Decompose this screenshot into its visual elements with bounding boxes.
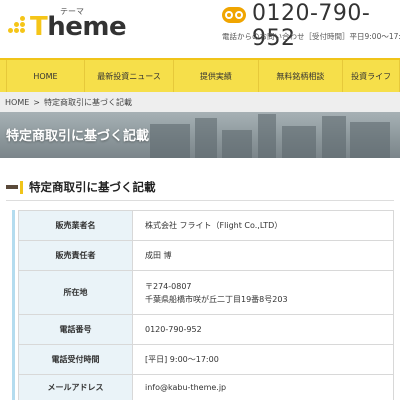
phone-number[interactable]: 0120-790-952: [252, 1, 400, 51]
free-dial-icon: [222, 7, 246, 23]
breadcrumb: HOME > 特定商取引に基づく記載: [0, 92, 400, 112]
section-heading: 特定商取引に基づく記載: [6, 178, 394, 196]
table-row-label: 所在地: [18, 270, 133, 315]
banner-building: [282, 126, 316, 158]
table-row-label: 販売業者名: [18, 210, 133, 241]
breadcrumb-home[interactable]: HOME: [5, 98, 29, 107]
table-left-accent: [12, 210, 15, 400]
logo-text-rest: heme: [47, 12, 127, 42]
table-row-value: 成田 博: [132, 240, 394, 271]
page-banner: 特定商取引に基づく記載: [0, 112, 400, 158]
nav-item-investment-life[interactable]: 投資ライフ: [343, 60, 400, 92]
logo-dots-icon: [8, 16, 30, 40]
banner-building: [322, 116, 346, 158]
heading-accent-icon: [20, 180, 23, 194]
phone-hours-note: 電話からのお問い合わせ［受付時間］平日9:00～17:00: [222, 32, 400, 41]
main-nav: HOME 最新投資ニュース 提供実績 無料銘柄相談 投資ライフ: [0, 58, 400, 92]
section-heading-text: 特定商取引に基づく記載: [29, 180, 156, 194]
table-row-label: 販売責任者: [18, 240, 133, 271]
table-row: 電話受付時間 [平日] 9:00～17:00: [18, 344, 394, 375]
company-info-table: 販売業者名 株式会社 フライト（Flight Co.,LTD） 販売責任者 成田…: [18, 210, 394, 400]
address: 千葉県船橋市咲が丘二丁目19番8号203: [145, 294, 288, 304]
table-row-value: 株式会社 フライト（Flight Co.,LTD）: [132, 210, 394, 241]
breadcrumb-separator: >: [33, 97, 40, 107]
email-link[interactable]: info@kabu-theme.jp: [132, 374, 394, 400]
nav-item-latest-news[interactable]: 最新投資ニュース: [85, 60, 175, 92]
heading-marker-icon: [6, 185, 18, 189]
breadcrumb-current: 特定商取引に基づく記載: [43, 97, 132, 107]
page-title: 特定商取引に基づく記載: [6, 129, 150, 144]
nav-item-home[interactable]: HOME: [6, 60, 85, 92]
table-row-value: 〒274-0807 千葉県船橋市咲が丘二丁目19番8号203: [132, 270, 394, 315]
table-row: 電話番号 0120-790-952: [18, 314, 394, 345]
table-row-value: 0120-790-952: [132, 314, 394, 345]
table-row: 販売責任者 成田 博: [18, 240, 394, 271]
banner-building: [258, 114, 276, 158]
table-row: 所在地 〒274-0807 千葉県船橋市咲が丘二丁目19番8号203: [18, 270, 394, 315]
table-row-value: [平日] 9:00～17:00: [132, 344, 394, 375]
banner-building: [222, 130, 252, 158]
table-row: メールアドレス info@kabu-theme.jp: [18, 374, 394, 400]
table-row-label: 電話受付時間: [18, 344, 133, 375]
banner-building: [350, 122, 390, 158]
site-header: テーマ Theme 0120-790-952 電話からのお問い合わせ［受付時間］…: [0, 0, 400, 58]
heading-divider: [6, 200, 394, 201]
banner-building: [195, 118, 217, 158]
table-row-label: メールアドレス: [18, 374, 133, 400]
nav-item-track-record[interactable]: 提供実績: [174, 60, 259, 92]
site-logo[interactable]: テーマ Theme: [8, 6, 127, 42]
nav-item-free-consult[interactable]: 無料銘柄相談: [259, 60, 344, 92]
logo-text-initial: T: [30, 12, 48, 42]
postal-code: 〒274-0807: [145, 281, 192, 291]
logo-text: Theme: [30, 12, 127, 42]
banner-building: [150, 124, 190, 158]
table-row-label: 電話番号: [18, 314, 133, 345]
table-row: 販売業者名 株式会社 フライト（Flight Co.,LTD）: [18, 210, 394, 241]
